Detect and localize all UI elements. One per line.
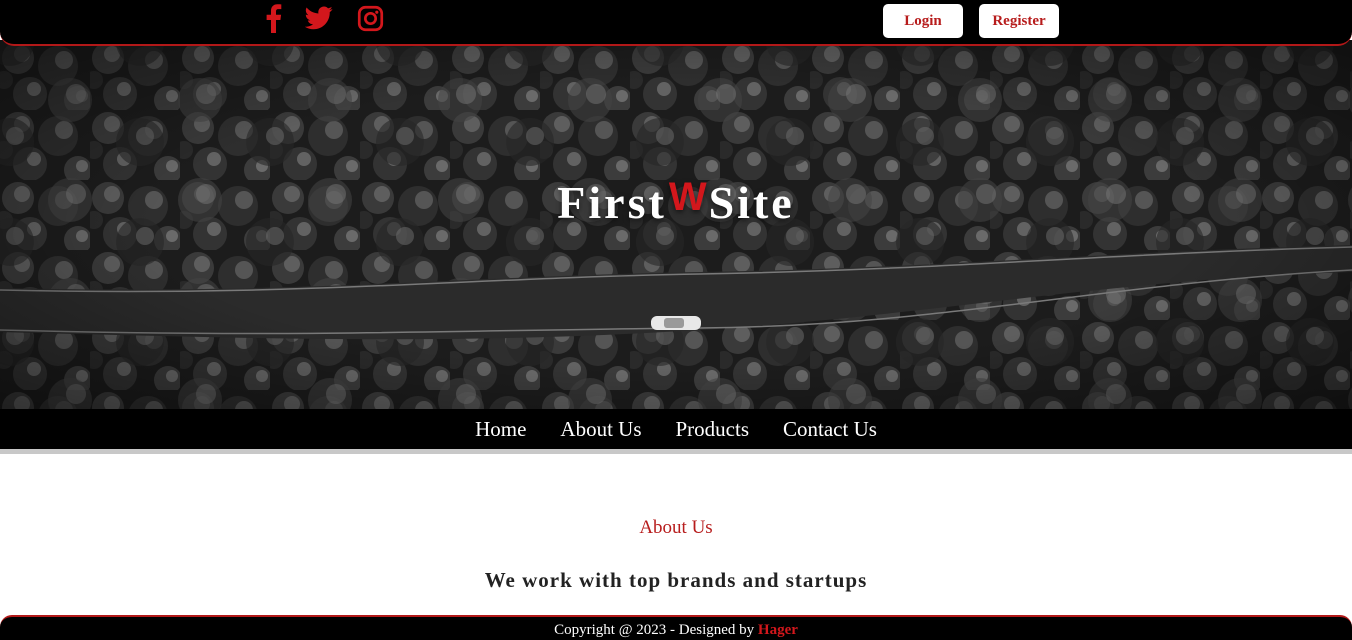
- hero-banner: FirstWSite: [0, 40, 1352, 410]
- footer: Copyright @ 2023 - Designed by Hager: [0, 615, 1352, 640]
- nav-about-us[interactable]: About Us: [560, 417, 641, 442]
- top-bar: Login Register: [0, 0, 1352, 46]
- nav-products[interactable]: Products: [676, 417, 750, 442]
- logo-text-first: First: [557, 177, 667, 228]
- copyright-text: Copyright @ 2023 - Designed by: [554, 622, 758, 638]
- register-button[interactable]: Register: [979, 4, 1059, 38]
- facebook-icon[interactable]: [262, 2, 284, 34]
- login-button[interactable]: Login: [883, 4, 963, 38]
- twitter-icon[interactable]: [304, 2, 334, 34]
- logo-w-mark: W: [668, 175, 707, 219]
- logo-text-site: Site: [708, 177, 795, 228]
- about-section-heading: We work with top brands and startups: [484, 568, 868, 592]
- main-nav: Home About Us Products Contact Us: [0, 409, 1352, 454]
- site-logo-title: FirstWSite: [0, 175, 1352, 229]
- author-name: Hager: [757, 622, 798, 638]
- about-section-label: About Us: [639, 517, 713, 538]
- nav-contact-us[interactable]: Contact Us: [783, 417, 877, 442]
- nav-home[interactable]: Home: [475, 417, 526, 442]
- instagram-icon[interactable]: [355, 2, 385, 34]
